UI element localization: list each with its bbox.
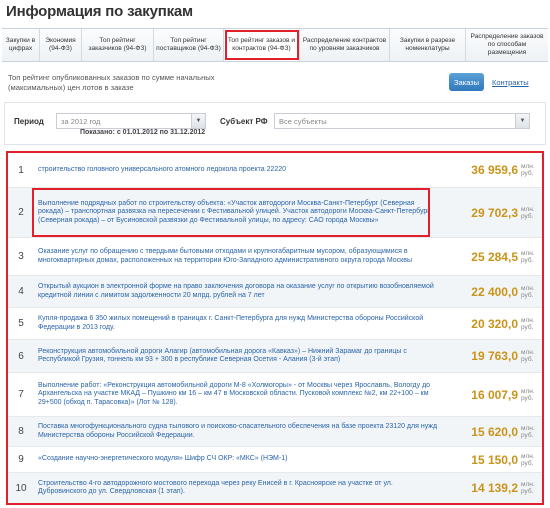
table-row: 1 строительство головного универсального… xyxy=(8,153,542,188)
table-row: 3 Оказание услуг по обращению с твердыми… xyxy=(8,238,542,276)
order-title-link[interactable]: Строительство 4-го автодорожного мостово… xyxy=(38,480,438,497)
order-amount: 20 320,0 xyxy=(471,316,518,331)
order-title-link[interactable]: Поставка многофункционального судна тыло… xyxy=(38,423,438,440)
row-rank: 1 xyxy=(18,164,24,176)
order-title-link[interactable]: Купля-продажа 6 350 жилых помещений в гр… xyxy=(38,315,438,332)
order-title-link[interactable]: Открытый аукцион в электронной форме на … xyxy=(38,283,438,300)
order-amount: 15 150,0 xyxy=(471,452,518,467)
amount-unit: млн. руб. xyxy=(521,424,535,439)
region-select[interactable]: Все субъекты ▼ xyxy=(274,113,530,129)
order-amount: 15 620,0 xyxy=(471,424,518,439)
amount-unit: млн. руб. xyxy=(521,481,535,495)
order-title-link[interactable]: Оказание услуг по обращению с твердыми б… xyxy=(38,248,438,265)
period-label: Период xyxy=(14,117,44,126)
order-amount: 19 763,0 xyxy=(471,349,518,363)
period-select[interactable]: за 2012 год ▼ xyxy=(56,113,206,129)
tab-top-customers[interactable]: Топ рейтинг заказчиков (94-ФЗ) xyxy=(82,29,154,61)
table-row: 10 Строительство 4-го автодорожного мост… xyxy=(8,473,542,503)
row-rank: 4 xyxy=(18,286,24,297)
order-title-link[interactable]: Выполнение подрядных работ по строительс… xyxy=(38,200,438,226)
tab-placement-methods[interactable]: Распределение заказов по способам размещ… xyxy=(466,29,548,61)
table-row: 8 Поставка многофункционального судна ты… xyxy=(8,417,542,447)
order-title-link[interactable]: Реконструкция автомобильной дороги Алаги… xyxy=(38,348,438,365)
row-rank: 10 xyxy=(15,482,27,494)
amount-unit: млн. руб. xyxy=(521,284,535,299)
order-amount: 25 284,5 xyxy=(471,249,518,264)
order-amount: 29 702,3 xyxy=(471,205,518,220)
amount-unit: млн. руб. xyxy=(521,387,535,402)
row-rank: 3 xyxy=(18,251,24,262)
chevron-down-icon[interactable]: ▼ xyxy=(515,114,529,128)
table-row: 4 Открытый аукцион в электронной форме н… xyxy=(8,276,542,308)
tab-top-suppliers[interactable]: Топ рейтинг поставщиков (94-ФЗ) xyxy=(154,29,224,61)
row-rank: 9 xyxy=(18,454,24,465)
region-label: Субъект РФ xyxy=(220,117,268,126)
tab-bar: Закупки в цифрах Экономия (94-ФЗ) Топ ре… xyxy=(2,28,548,62)
amount-unit: млн. руб. xyxy=(521,349,535,363)
row-rank: 8 xyxy=(18,426,24,437)
order-title-link[interactable]: строительство головного универсального а… xyxy=(38,166,438,175)
order-title-link[interactable]: Выполнение работ: «Реконструкция автомоб… xyxy=(38,382,438,408)
amount-unit: млн. руб. xyxy=(521,205,535,220)
row-rank: 5 xyxy=(18,318,24,329)
amount-unit: млн. руб. xyxy=(521,163,535,177)
table-row: 6 Реконструкция автомобильной дороги Ала… xyxy=(8,340,542,373)
tab-nomenclature[interactable]: Закупки в разрезе номенклатуры xyxy=(390,29,466,61)
chevron-down-icon[interactable]: ▼ xyxy=(191,114,205,128)
orders-list: 1 строительство головного универсального… xyxy=(6,151,544,505)
row-rank: 7 xyxy=(18,389,24,400)
page-title: Информация по закупкам xyxy=(6,3,193,20)
table-row: 7 Выполнение работ: «Реконструкция автом… xyxy=(8,373,542,417)
period-select-value: за 2012 год xyxy=(61,117,101,126)
table-row: 5 Купля-продажа 6 350 жилых помещений в … xyxy=(8,308,542,340)
table-row: 2 Выполнение подрядных работ по строител… xyxy=(8,188,542,238)
order-amount: 36 959,6 xyxy=(471,163,518,177)
amount-unit: млн. руб. xyxy=(521,452,535,467)
order-amount: 22 400,0 xyxy=(471,284,518,299)
shown-period: Показано: с 01.01.2012 по 31.12.2012 xyxy=(80,129,206,136)
row-rank: 2 xyxy=(18,207,24,218)
table-row: 9 «Создание научно-энергетического модул… xyxy=(8,447,542,473)
tab-procurement-figures[interactable]: Закупки в цифрах xyxy=(2,29,40,61)
tab-savings[interactable]: Экономия (94-ФЗ) xyxy=(40,29,82,61)
rating-description: Топ рейтинг опубликованных заказов по су… xyxy=(8,73,215,92)
contracts-link[interactable]: Контракты xyxy=(492,78,529,87)
tab-top-orders-contracts[interactable]: Топ рейтинг заказов и контрактов (94-ФЗ) xyxy=(224,29,300,61)
order-amount: 16 007,9 xyxy=(471,387,518,402)
order-title-link[interactable]: «Создание научно-энергетического модуля»… xyxy=(38,455,438,464)
tab-contracts-by-customer-level[interactable]: Распределение контрактов по уровням зака… xyxy=(300,29,390,61)
orders-button[interactable]: Заказы xyxy=(449,73,484,91)
amount-unit: млн. руб. xyxy=(521,316,535,331)
row-rank: 6 xyxy=(18,350,24,362)
region-select-value: Все субъекты xyxy=(279,117,327,126)
amount-unit: млн. руб. xyxy=(521,249,535,264)
order-amount: 14 139,2 xyxy=(471,481,518,495)
